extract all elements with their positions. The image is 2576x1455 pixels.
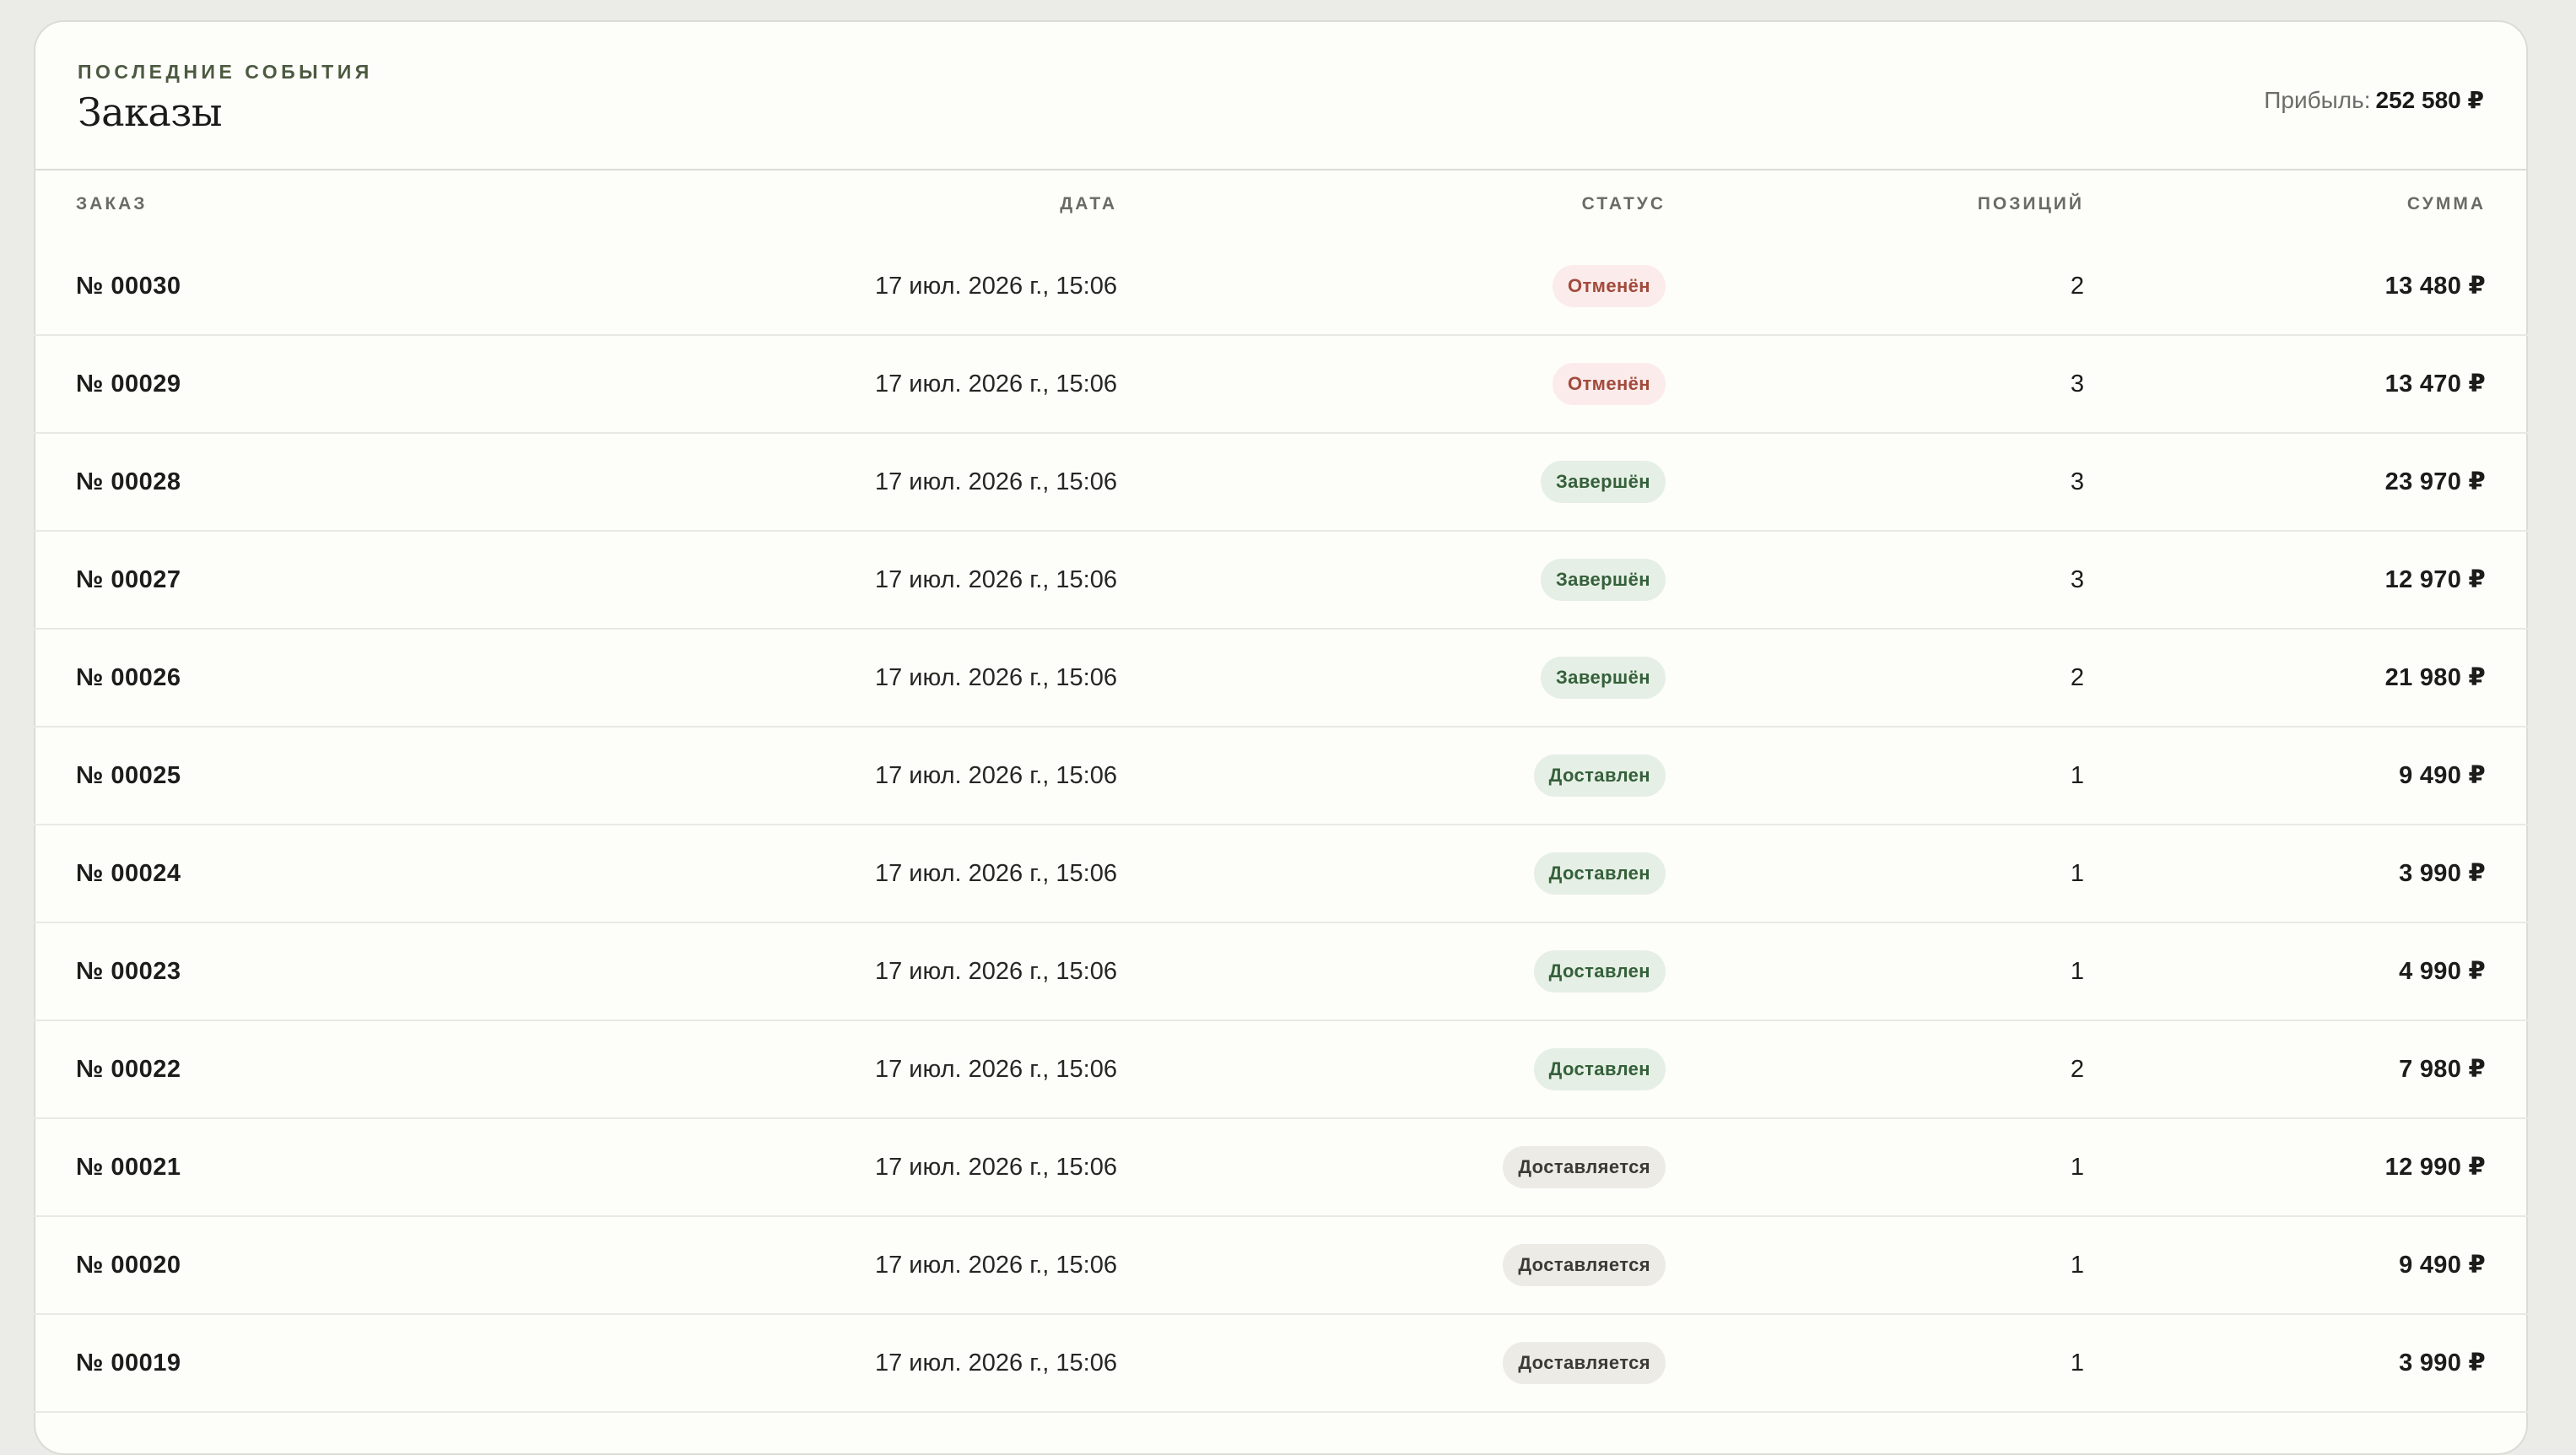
order-status-cell: Доставляется [1503,1217,1666,1313]
status-badge: Доставлен [1533,1048,1666,1090]
order-number[interactable]: № 00026 [76,630,181,726]
order-sum: 9 490 ₽ [2399,1252,2486,1279]
table-row[interactable]: № 00025 17 июл. 2026 г., 15:06 Доставлен 1 9… [34,728,2528,825]
table-row[interactable]: № 00019 17 июл. 2026 г., 15:06 Доставляетс… [34,1315,2528,1413]
order-items-count: 3 [2070,468,2084,495]
column-header-status[interactable]: СТАТУС [1582,194,1666,214]
order-number[interactable]: № 00024 [76,825,181,922]
order-date: 17 июл. 2026 г., 15:06 [874,468,1117,495]
order-sum: 7 980 ₽ [2399,1056,2486,1083]
order-sum: 9 490 ₽ [2399,762,2486,789]
order-date: 17 июл. 2026 г., 15:06 [874,664,1117,691]
order-items-count: 1 [2070,1350,2084,1377]
order-date: 17 июл. 2026 г., 15:06 [874,860,1117,887]
status-badge: Отменён [1552,363,1666,405]
order-status-cell: Завершён [1541,434,1666,530]
order-number[interactable]: № 00030 [76,238,181,334]
order-status-cell: Доставлен [1533,825,1666,922]
order-items-count: 3 [2070,371,2084,398]
order-status-cell: Отменён [1552,336,1666,432]
order-number[interactable]: № 00029 [76,336,181,432]
order-date: 17 июл. 2026 г., 15:06 [874,566,1117,593]
table-row[interactable]: № 00028 17 июл. 2026 г., 15:06 Завершён 3 23… [34,434,2528,532]
status-badge: Доставляется [1503,1342,1666,1384]
order-status-cell: Доставлен [1533,728,1666,824]
table-row[interactable]: № 00026 17 июл. 2026 г., 15:06 Завершён 2 21… [34,630,2528,728]
status-badge: Доставляется [1503,1146,1666,1188]
status-badge: Завершён [1541,461,1666,503]
order-sum: 12 970 ₽ [2384,566,2486,593]
order-status-cell: Доставлен [1533,923,1666,1020]
status-badge: Отменён [1552,265,1666,307]
table-row[interactable]: № 00030 17 июл. 2026 г., 15:06 Отменён 2 13 … [34,238,2528,336]
order-items-count: 1 [2070,1154,2084,1181]
order-sum: 3 990 ₽ [2399,860,2486,887]
column-header-date[interactable]: ДАТА [1060,194,1117,214]
order-number[interactable]: № 00028 [76,434,181,530]
order-date: 17 июл. 2026 г., 15:06 [874,1056,1117,1083]
status-badge: Доставлен [1533,755,1666,797]
order-status-cell: Завершён [1541,532,1666,628]
order-items-count: 2 [2070,1056,2084,1083]
status-badge: Доставлен [1533,950,1666,993]
order-sum: 23 970 ₽ [2384,468,2486,495]
status-badge: Завершён [1541,559,1666,601]
order-date: 17 июл. 2026 г., 15:06 [874,1154,1117,1181]
order-items-count: 1 [2070,958,2084,985]
order-number[interactable]: № 00027 [76,532,181,628]
order-status-cell: Доставлен [1533,1021,1666,1117]
order-date: 17 июл. 2026 г., 15:06 [874,371,1117,398]
table-row[interactable]: № 00021 17 июл. 2026 г., 15:06 Доставляетс… [34,1119,2528,1217]
order-date: 17 июл. 2026 г., 15:06 [874,958,1117,985]
orders-table: ЗАКАЗ ДАТА СТАТУС ПОЗИЦИЙ СУММА № 00030 1… [34,20,2528,1424]
column-header-items[interactable]: ПОЗИЦИЙ [1978,194,2084,214]
order-date: 17 июл. 2026 г., 15:06 [874,1252,1117,1279]
order-items-count: 1 [2070,762,2084,789]
table-row[interactable]: № 00029 17 июл. 2026 г., 15:06 Отменён 3 13 … [34,336,2528,434]
order-status-cell: Доставляется [1503,1315,1666,1411]
status-badge: Завершён [1541,657,1666,699]
order-sum: 13 480 ₽ [2384,273,2486,300]
order-number[interactable]: № 00021 [76,1119,181,1215]
order-number[interactable]: № 00020 [76,1217,181,1313]
order-items-count: 2 [2070,664,2084,691]
order-status-cell: Отменён [1552,238,1666,334]
status-badge: Доставлен [1533,852,1666,895]
order-status-cell: Доставляется [1503,1119,1666,1215]
order-items-count: 1 [2070,1252,2084,1279]
table-row[interactable]: № 00024 17 июл. 2026 г., 15:06 Доставлен 1 3… [34,825,2528,923]
column-header-order[interactable]: ЗАКАЗ [76,194,147,214]
table-row[interactable]: № 00022 17 июл. 2026 г., 15:06 Доставлен 2 7… [34,1021,2528,1119]
order-items-count: 2 [2070,273,2084,300]
table-row[interactable]: № 00027 17 июл. 2026 г., 15:06 Завершён 3 12… [34,532,2528,630]
order-number[interactable]: № 00019 [76,1315,181,1411]
order-sum: 3 990 ₽ [2399,1350,2486,1377]
order-number[interactable]: № 00023 [76,923,181,1020]
order-status-cell: Завершён [1541,630,1666,726]
order-items-count: 1 [2070,860,2084,887]
order-date: 17 июл. 2026 г., 15:06 [874,273,1117,300]
order-items-count: 3 [2070,566,2084,593]
table-row[interactable]: № 00020 17 июл. 2026 г., 15:06 Доставляетс… [34,1217,2528,1315]
order-number[interactable]: № 00025 [76,728,181,824]
status-badge: Доставляется [1503,1244,1666,1286]
order-sum: 4 990 ₽ [2399,958,2486,985]
order-number[interactable]: № 00022 [76,1021,181,1117]
column-header-sum[interactable]: СУММА [2407,194,2486,214]
order-sum: 13 470 ₽ [2384,371,2486,398]
order-sum: 12 990 ₽ [2384,1154,2486,1181]
order-date: 17 июл. 2026 г., 15:06 [874,1350,1117,1377]
table-row[interactable]: № 00023 17 июл. 2026 г., 15:06 Доставлен 1 4… [34,923,2528,1021]
order-date: 17 июл. 2026 г., 15:06 [874,762,1117,789]
order-sum: 21 980 ₽ [2384,664,2486,691]
